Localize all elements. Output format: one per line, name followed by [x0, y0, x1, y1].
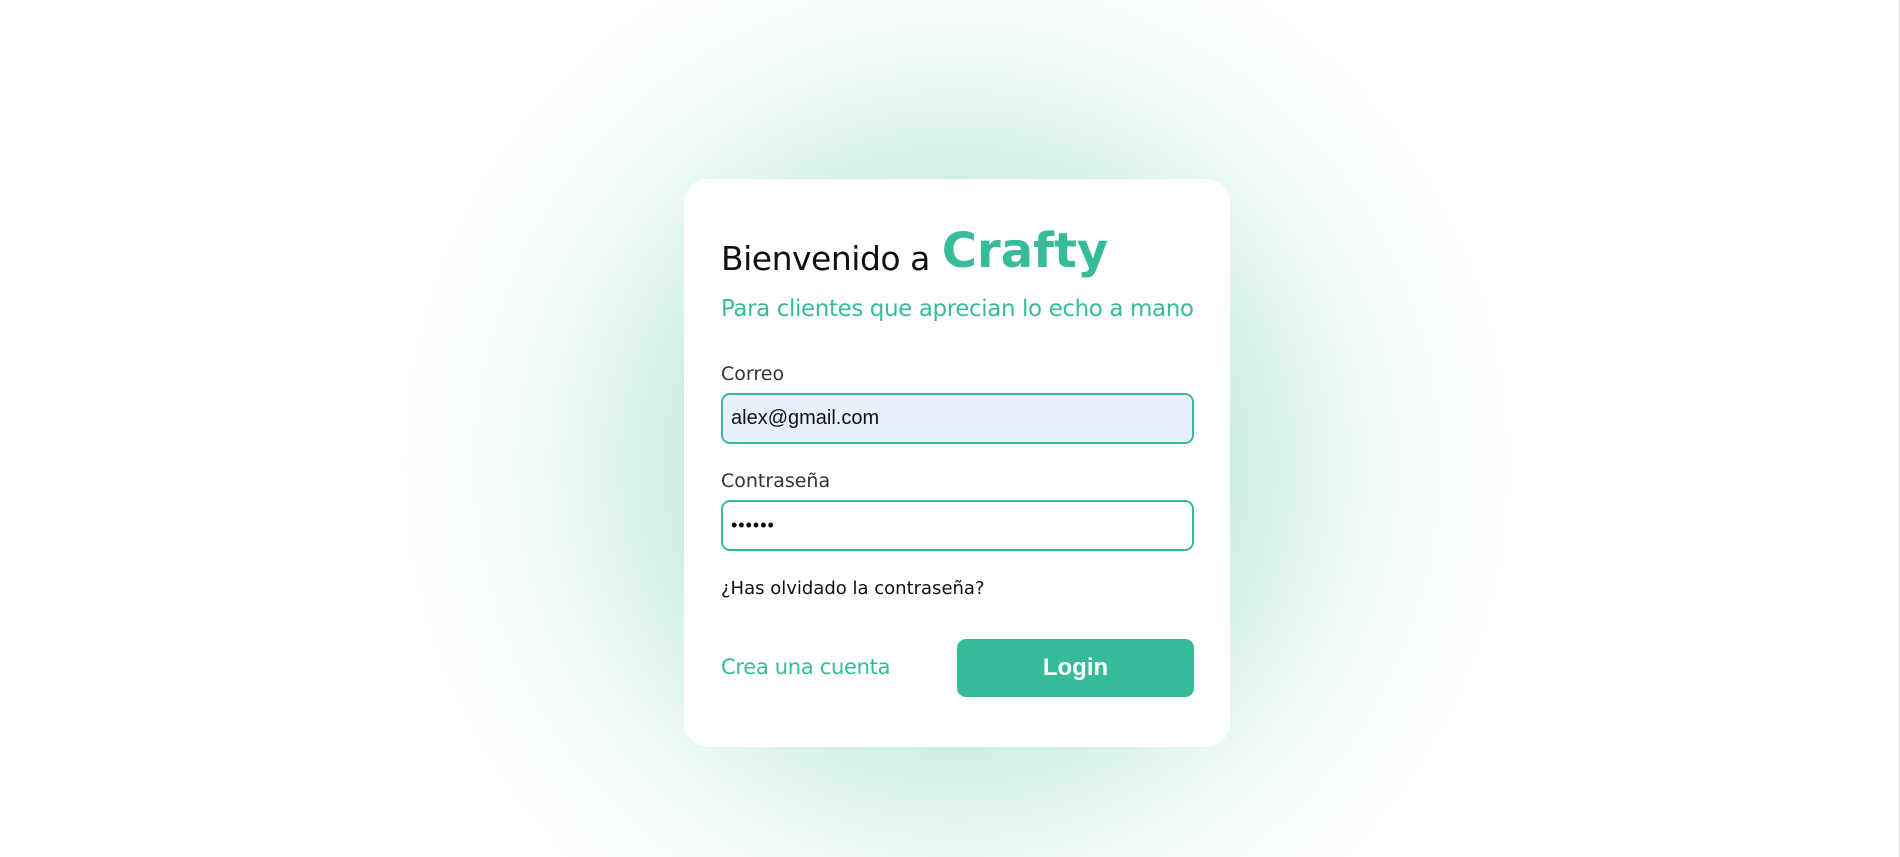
- create-account-link[interactable]: Crea una cuenta: [721, 655, 890, 679]
- login-page: Bienvenido a Crafty Para clientes que ap…: [0, 0, 1900, 857]
- password-input[interactable]: [721, 500, 1194, 551]
- forgot-password-link[interactable]: ¿Has olvidado la contraseña?: [721, 578, 985, 599]
- password-label: Contraseña: [721, 470, 831, 492]
- login-card: Bienvenido a Crafty Para clientes que ap…: [684, 179, 1230, 747]
- tagline: Para clientes que aprecian lo echo a man…: [721, 296, 1194, 322]
- email-label: Correo: [721, 363, 785, 385]
- welcome-text: Bienvenido a: [721, 239, 930, 278]
- welcome-heading: Bienvenido a Crafty: [721, 221, 1108, 277]
- login-button[interactable]: Login: [957, 639, 1194, 697]
- logo-wordmark: Crafty: [941, 223, 1109, 279]
- crafty-logo: Crafty: [942, 221, 1108, 277]
- email-input[interactable]: [721, 393, 1194, 444]
